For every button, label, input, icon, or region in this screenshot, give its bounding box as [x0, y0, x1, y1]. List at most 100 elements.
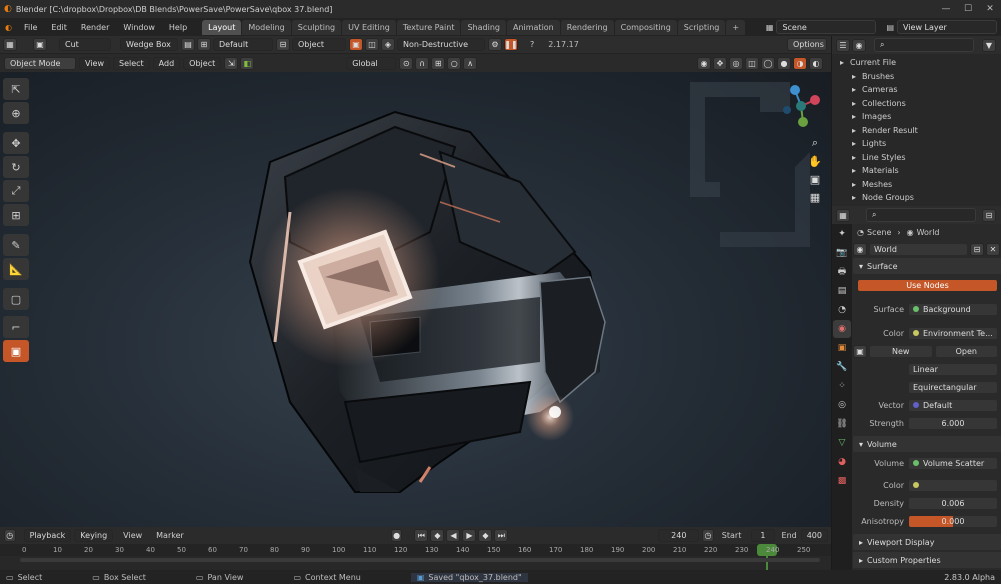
- outliner-search[interactable]: ⌕: [874, 38, 974, 52]
- custom-properties-panel-header[interactable]: ▸ Custom Properties: [853, 552, 1001, 568]
- anisotropy-field[interactable]: 0.000: [908, 514, 998, 528]
- solid-shading-icon[interactable]: ●: [777, 56, 791, 70]
- expand-arrow-icon[interactable]: ▸: [852, 139, 856, 148]
- tab-animation[interactable]: Animation: [506, 19, 560, 35]
- menu-render[interactable]: Render: [74, 23, 116, 32]
- xray-icon[interactable]: ◫: [745, 56, 759, 70]
- end-frame-field[interactable]: 400: [800, 529, 828, 542]
- outliner-item[interactable]: ▸ Images: [840, 110, 1001, 124]
- rendered-shading-icon[interactable]: ◐: [809, 56, 823, 70]
- pin-icon[interactable]: ⊟: [982, 208, 996, 222]
- texture-tab-icon[interactable]: ▩: [833, 472, 851, 490]
- zoom-icon[interactable]: ⌕: [806, 134, 824, 152]
- material-tab-icon[interactable]: ◕: [833, 453, 851, 471]
- hops-tool-icon[interactable]: ⌐: [3, 316, 29, 338]
- menu-help[interactable]: Help: [162, 23, 194, 32]
- gizmo-toggle-icon[interactable]: ✥: [713, 56, 727, 70]
- view-layer-tab-icon[interactable]: ▤: [833, 282, 851, 300]
- scene-tab-icon[interactable]: ◔: [833, 301, 851, 319]
- display-mode-icon[interactable]: ◉: [852, 38, 866, 52]
- play-icon[interactable]: ▶: [462, 529, 477, 542]
- outliner-item[interactable]: ▸ Materials: [840, 164, 1001, 178]
- tab-uv-editing[interactable]: UV Editing: [342, 19, 396, 35]
- object-dropdown[interactable]: Object: [292, 38, 346, 51]
- particles-tab-icon[interactable]: ⁘: [833, 377, 851, 395]
- pivot-icon[interactable]: ⊙: [399, 56, 414, 70]
- minimize-button[interactable]: —: [935, 4, 957, 14]
- expand-arrow-icon[interactable]: ▸: [852, 166, 856, 175]
- surface-shader-field[interactable]: Background: [908, 302, 998, 316]
- constraints-tab-icon[interactable]: ⛓: [833, 415, 851, 433]
- gizmo-icon[interactable]: ◧: [240, 56, 255, 70]
- fake-user-icon[interactable]: ⊟: [970, 242, 984, 256]
- select-tool-icon[interactable]: ⇱: [3, 78, 29, 100]
- help-icon[interactable]: ?: [530, 40, 534, 49]
- projection-dropdown[interactable]: Equirectangular: [908, 380, 998, 394]
- modifier-tab-icon[interactable]: 🔧: [833, 358, 851, 376]
- wedge-box-dropdown[interactable]: Wedge Box: [120, 38, 178, 51]
- align-icon[interactable]: ⊟: [276, 38, 290, 51]
- open-image-button[interactable]: Open: [934, 344, 998, 358]
- annotate-tool-icon[interactable]: ✎: [3, 234, 29, 256]
- outliner-item[interactable]: ▸ Line Styles: [840, 151, 1001, 165]
- close-button[interactable]: ✕: [979, 4, 1001, 14]
- measure-tool-icon[interactable]: 📐: [3, 258, 29, 280]
- expand-arrow-icon[interactable]: ▸: [852, 112, 856, 121]
- mode-dropdown[interactable]: Non-Destructive: [397, 38, 485, 51]
- lattice-icon[interactable]: ◈: [381, 38, 395, 51]
- outliner-item[interactable]: ▸ Render Result: [840, 124, 1001, 138]
- volume-panel-header[interactable]: ▾ Volume: [853, 436, 1001, 452]
- record-icon[interactable]: ●: [390, 529, 403, 542]
- visibility-icon[interactable]: ◉: [697, 56, 711, 70]
- blender-menu-icon[interactable]: ◐: [0, 23, 17, 32]
- view-layer-selector[interactable]: View Layer: [897, 20, 997, 34]
- perspective-grid-icon[interactable]: ▦: [806, 188, 824, 206]
- boxcutter-tool-icon[interactable]: ▣: [3, 340, 29, 362]
- add-menu[interactable]: Add: [152, 56, 181, 70]
- object-menu[interactable]: Object: [183, 56, 222, 70]
- outliner-item[interactable]: ▸ Meshes: [840, 178, 1001, 192]
- rotate-tool-icon[interactable]: ↻: [3, 156, 29, 178]
- use-nodes-button[interactable]: Use Nodes: [857, 278, 998, 292]
- data-tab-icon[interactable]: ▽: [833, 434, 851, 452]
- default-dropdown[interactable]: Default: [213, 38, 273, 51]
- object-mode-dropdown[interactable]: Object Mode: [4, 56, 76, 70]
- transform-icon[interactable]: ⇲: [224, 56, 239, 70]
- density-field[interactable]: 0.006: [908, 496, 998, 510]
- filter-icon[interactable]: ▼: [982, 38, 996, 52]
- scale-tool-icon[interactable]: ⤢: [3, 180, 29, 202]
- volume-color-field[interactable]: [908, 478, 998, 492]
- strength-field[interactable]: 6.000: [908, 416, 998, 430]
- prev-key-icon[interactable]: ◆: [430, 529, 445, 542]
- timeline-view-menu[interactable]: View: [116, 531, 149, 540]
- outliner-item[interactable]: ▸ Brushes: [840, 70, 1001, 84]
- select-menu[interactable]: Select: [112, 56, 150, 70]
- camera-view-icon[interactable]: ▣: [806, 170, 824, 188]
- menu-window[interactable]: Window: [116, 23, 162, 32]
- falloff-icon[interactable]: ∧: [463, 56, 478, 70]
- outliner-item[interactable]: ▸ Current File: [840, 56, 1001, 70]
- outliner-item[interactable]: ▸ Lights: [840, 137, 1001, 151]
- wireframe-shading-icon[interactable]: ◯: [761, 56, 775, 70]
- color-input-field[interactable]: Environment Te...: [908, 326, 998, 340]
- move-tool-icon[interactable]: ✥: [3, 132, 29, 154]
- 3d-viewport[interactable]: ⌕ ✋ ▣ ▦: [0, 72, 831, 527]
- volume-shader-field[interactable]: Volume Scatter: [908, 456, 998, 470]
- jump-end-icon[interactable]: ⏭: [494, 529, 509, 542]
- play-reverse-icon[interactable]: ◀: [446, 529, 461, 542]
- playback-menu[interactable]: Playback: [23, 529, 72, 542]
- options-button[interactable]: Options: [787, 38, 827, 51]
- interpolation-dropdown[interactable]: Linear: [908, 362, 998, 376]
- properties-editor-icon[interactable]: ▦: [836, 208, 850, 222]
- transform-orientation-dropdown[interactable]: Global: [346, 56, 397, 70]
- surface-panel-header[interactable]: ▾ Surface: [853, 258, 1001, 274]
- tab-texture-paint[interactable]: Texture Paint: [396, 19, 461, 35]
- keying-menu[interactable]: Keying: [74, 529, 114, 542]
- start-frame-field[interactable]: 1: [751, 529, 775, 542]
- menu-file[interactable]: File: [17, 23, 44, 32]
- tab-compositing[interactable]: Compositing: [614, 19, 677, 35]
- object-tab-icon[interactable]: ▣: [833, 339, 851, 357]
- tab-shading[interactable]: Shading: [461, 19, 506, 35]
- tab-sculpting[interactable]: Sculpting: [291, 19, 342, 35]
- output-tab-icon[interactable]: 🖶: [833, 263, 851, 281]
